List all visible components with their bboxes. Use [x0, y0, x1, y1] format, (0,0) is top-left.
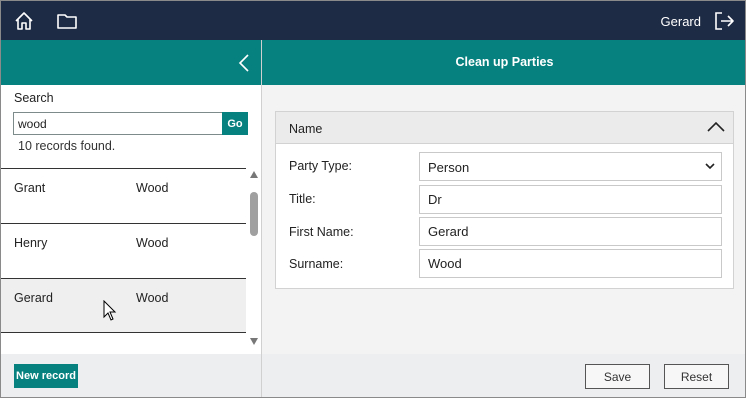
records-list: Grant Wood Henry Wood Gerard Wood [1, 168, 246, 354]
list-scrollbar[interactable] [246, 171, 262, 348]
name-section-header[interactable]: Name [276, 112, 733, 144]
save-button[interactable]: Save [585, 364, 650, 389]
party-type-label: Party Type: [289, 159, 352, 173]
first-name-cell: Henry [14, 236, 48, 250]
records-panel-footer: New record [1, 354, 261, 397]
list-item[interactable]: Henry Wood [1, 223, 246, 278]
scroll-down-arrow-icon[interactable] [250, 338, 258, 345]
list-item[interactable]: Grant Wood [1, 168, 246, 223]
scroll-up-arrow-icon[interactable] [250, 171, 258, 178]
surname-cell: Wood [136, 236, 169, 250]
records-panel: Search Go 10 records found. Grant Wood H… [1, 40, 262, 397]
surname-cell: Wood [136, 291, 169, 305]
name-section: Name Party Type: Person Title: First Nam… [275, 111, 734, 289]
detail-panel-footer: Save Reset [262, 354, 745, 397]
first-name-cell: Gerard [14, 291, 53, 305]
scroll-thumb[interactable] [250, 192, 258, 236]
chevron-left-icon[interactable] [237, 53, 251, 73]
app-window: Gerard Search Go 10 records found. Grant… [0, 0, 746, 398]
first-name-label: First Name: [289, 225, 354, 239]
title-label: Title: [289, 192, 316, 206]
reset-button[interactable]: Reset [664, 364, 729, 389]
records-count: 10 records found. [18, 139, 116, 153]
page-title: Clean up Parties [262, 40, 745, 85]
home-icon[interactable] [13, 10, 35, 32]
records-panel-header [1, 40, 261, 85]
detail-panel: Clean up Parties Name Party Type: Person… [262, 40, 745, 397]
chevron-down-icon [705, 163, 715, 170]
user-name[interactable]: Gerard [661, 14, 701, 29]
search-label: Search [14, 91, 54, 105]
party-type-select[interactable]: Person [419, 152, 722, 181]
surname-label: Surname: [289, 257, 344, 271]
go-button[interactable]: Go [222, 112, 248, 135]
surname-field[interactable] [419, 249, 722, 278]
mouse-cursor-icon [103, 300, 117, 321]
surname-cell: Wood [136, 181, 169, 195]
logout-icon[interactable] [713, 10, 735, 32]
title-field[interactable] [419, 185, 722, 214]
top-bar: Gerard [1, 1, 745, 40]
section-title: Name [289, 122, 323, 136]
new-record-button[interactable]: New record [14, 364, 78, 388]
first-name-cell: Grant [14, 181, 46, 195]
search-input[interactable] [13, 112, 223, 135]
party-type-value: Person [428, 160, 470, 175]
folder-icon[interactable] [56, 10, 78, 32]
list-item-selected[interactable]: Gerard Wood [1, 278, 246, 333]
first-name-field[interactable] [419, 217, 722, 246]
chevron-up-icon[interactable] [707, 121, 725, 133]
